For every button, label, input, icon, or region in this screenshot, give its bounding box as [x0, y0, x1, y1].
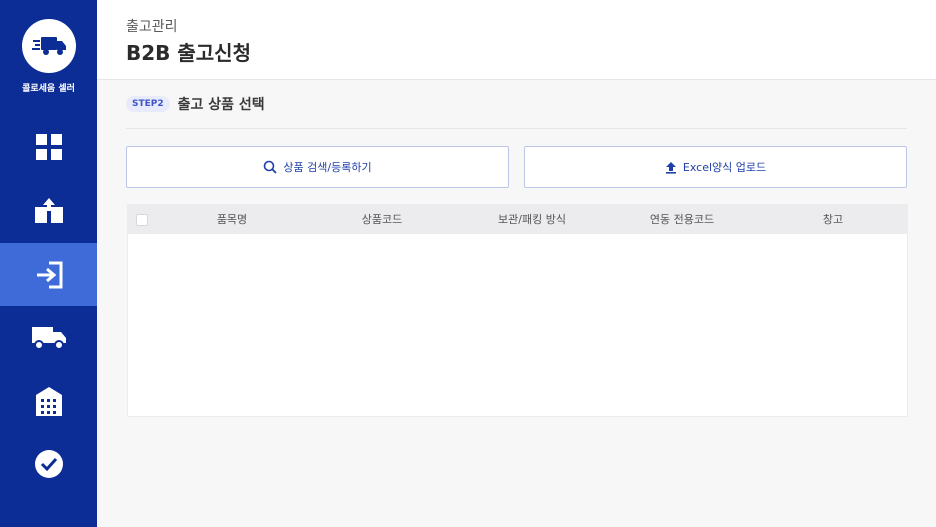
- upload-button-label: Excel양식 업로드: [682, 161, 767, 174]
- nav-item-warehouse[interactable]: [0, 369, 97, 432]
- page-title: B2B 출고신청: [126, 41, 251, 65]
- product-search-register-button[interactable]: 상품 검색/등록하기: [126, 146, 509, 188]
- upload-icon: [665, 161, 677, 174]
- outbound-arrow-icon: [36, 261, 62, 288]
- step-badge: STEP2: [126, 96, 170, 112]
- sidebar: 콜로세움 셀러: [0, 0, 97, 527]
- search-icon: [263, 160, 278, 174]
- warehouse-icon: [35, 386, 62, 416]
- nav-item-complete[interactable]: [0, 432, 97, 495]
- brand-logo: [22, 19, 76, 73]
- column-header-warehouse: 창고: [822, 213, 844, 226]
- divider: [126, 128, 907, 129]
- column-header-item-name: 품목명: [216, 213, 248, 226]
- breadcrumb[interactable]: 출고관리: [126, 16, 178, 36]
- select-all-checkbox[interactable]: [136, 214, 148, 226]
- nav-item-dashboard[interactable]: [0, 115, 97, 178]
- brand-name: 콜로세움 셀러: [22, 84, 75, 94]
- nav-item-outbound[interactable]: [0, 243, 97, 306]
- inbound-box-icon: [34, 197, 63, 223]
- check-circle-icon: [34, 449, 63, 478]
- search-button-label: 상품 검색/등록하기: [283, 161, 372, 174]
- excel-upload-button[interactable]: Excel양식 업로드: [524, 146, 907, 188]
- truck-icon: [31, 326, 66, 350]
- column-header-linked-code: 연동 전용코드: [649, 213, 715, 226]
- column-header-product-code: 상품코드: [361, 213, 403, 226]
- column-header-storage-packing: 보관/패킹 방식: [498, 213, 566, 226]
- nav-item-delivery[interactable]: [0, 306, 97, 369]
- delivery-truck-logo-icon: [32, 37, 66, 55]
- page-header: 출고관리 B2B 출고신청: [97, 0, 936, 80]
- product-table: 품목명 상품코드 보관/패킹 방식 연동 전용코드 창고: [127, 204, 908, 417]
- step-header: STEP2 출고 상품 선택: [126, 94, 265, 114]
- dashboard-grid-icon: [35, 133, 62, 160]
- nav-item-inbound[interactable]: [0, 178, 97, 241]
- brand[interactable]: 콜로세움 셀러: [0, 0, 97, 110]
- step-title: 출고 상품 선택: [177, 97, 265, 113]
- table-header: 품목명 상품코드 보관/패킹 방식 연동 전용코드 창고: [128, 205, 907, 234]
